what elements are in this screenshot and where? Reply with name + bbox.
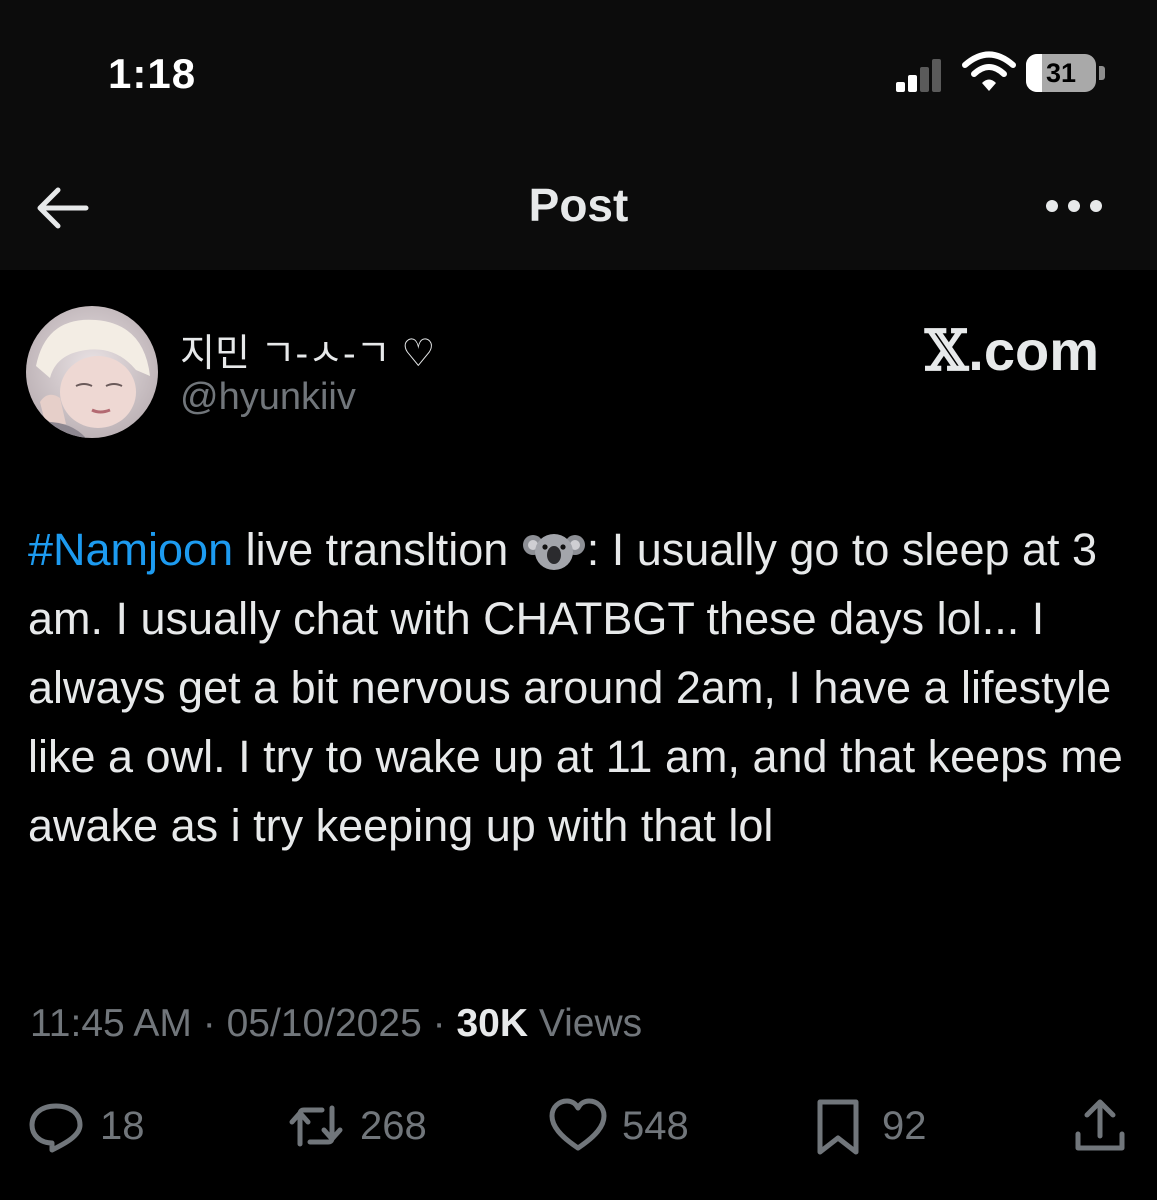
status-time: 1:18 bbox=[108, 50, 197, 97]
more-icon[interactable] bbox=[1042, 188, 1106, 224]
avatar-image bbox=[26, 306, 158, 438]
bookmark-count: 92 bbox=[882, 1103, 927, 1148]
repost-icon bbox=[289, 1105, 343, 1147]
repost-button[interactable]: 268 bbox=[286, 1090, 427, 1162]
views-label: Views bbox=[527, 1002, 643, 1045]
action-bar: 18 268 548 92 bbox=[0, 1090, 1157, 1162]
like-count: 548 bbox=[622, 1103, 689, 1148]
page-title: Post bbox=[528, 179, 629, 231]
bookmark-button[interactable]: 92 bbox=[808, 1090, 927, 1162]
share-button[interactable] bbox=[1070, 1090, 1130, 1162]
author-handle[interactable]: @hyunkiiv bbox=[180, 376, 356, 419]
top-navigation: Post bbox=[0, 150, 1157, 270]
tweet-date[interactable]: 05/10/2025 bbox=[227, 1002, 422, 1045]
tweet-text-part-1: live translt​ion bbox=[233, 524, 521, 575]
battery-cap bbox=[1099, 66, 1105, 80]
x-com-watermark: 𝕏.com bbox=[925, 318, 1099, 384]
repost-count: 268 bbox=[360, 1103, 427, 1148]
meta-separator-2: · bbox=[421, 1002, 457, 1045]
views-count: 30K bbox=[456, 1002, 528, 1045]
tweet-text: #Namjoon live translt​ion : I usually go… bbox=[28, 515, 1133, 860]
reply-icon bbox=[29, 1103, 83, 1153]
koala-emoji bbox=[522, 534, 585, 570]
hashtag-link[interactable]: #Namjoon bbox=[28, 524, 233, 575]
reply-count: 18 bbox=[100, 1103, 145, 1148]
tweet-meta: 11:45 AM · 05/10/2025 · 30K Views bbox=[30, 1002, 642, 1046]
like-button[interactable]: 548 bbox=[548, 1090, 689, 1162]
status-bar: 1:18 31 bbox=[0, 0, 1157, 150]
watermark-text: .com bbox=[968, 319, 1099, 382]
battery-percent: 31 bbox=[1045, 58, 1077, 88]
x-logo: 𝕏 bbox=[924, 318, 969, 384]
tweet-time: 11:45 AM bbox=[30, 1002, 192, 1045]
battery-icon: 31 bbox=[1026, 54, 1096, 92]
author-display-name[interactable]: 지민 ㄱ-ㅅ-ㄱ ♡ bbox=[180, 322, 435, 377]
avatar[interactable] bbox=[26, 306, 158, 438]
share-icon bbox=[1075, 1099, 1125, 1151]
heart-icon bbox=[549, 1098, 607, 1151]
reply-button[interactable]: 18 bbox=[26, 1090, 145, 1162]
wifi-icon bbox=[962, 51, 1016, 91]
bookmark-icon bbox=[817, 1099, 859, 1155]
signal-icon bbox=[896, 56, 948, 92]
meta-separator: · bbox=[191, 1002, 227, 1045]
